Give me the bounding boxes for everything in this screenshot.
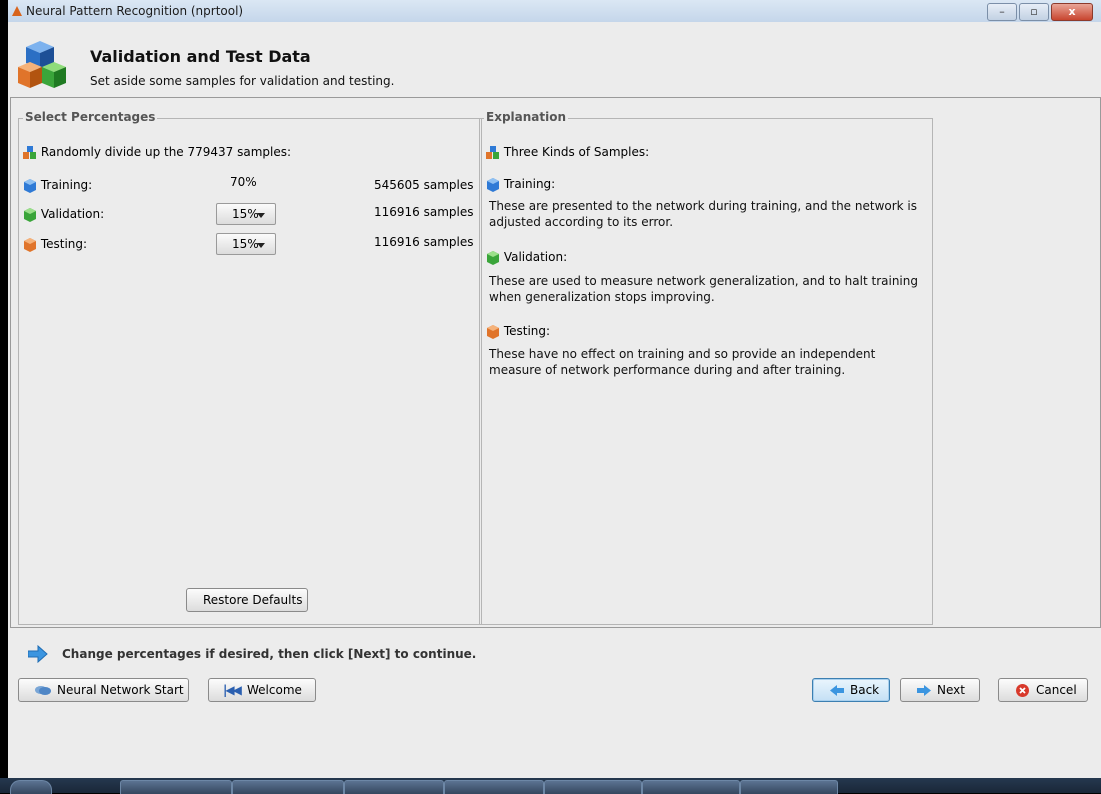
chevron-down-icon (257, 243, 265, 248)
select-percentages-panel: Select Percentages Randomly divide up th… (18, 110, 482, 625)
next-button[interactable]: Next (900, 678, 980, 702)
validation-explanation-text: These are used to measure network genera… (489, 274, 918, 304)
validation-percent-dropdown[interactable]: 15% (216, 203, 276, 225)
cubes-logo-icon (18, 41, 66, 88)
testing-row: Testing: (23, 237, 87, 252)
chevron-down-icon (257, 213, 265, 218)
validation-percent-value: 15% (232, 207, 259, 221)
testing-percent-value: 15% (232, 237, 259, 251)
panel-legend: Select Percentages (23, 110, 158, 124)
start-orb[interactable] (10, 780, 52, 794)
explanation-heading-text: Three Kinds of Samples: (503, 145, 650, 159)
testing-samples: 116916 samples (374, 235, 474, 249)
maximize-button[interactable]: ▫ (1019, 3, 1049, 21)
testing-percent-dropdown[interactable]: 15% (216, 233, 276, 255)
explanation-panel: Explanation Three Kinds of Samples: Trai… (479, 110, 933, 625)
taskbar-item[interactable] (120, 780, 232, 794)
validation-samples: 116916 samples (374, 205, 474, 219)
validation-row: Validation: (23, 207, 104, 222)
minimize-button[interactable]: – (987, 3, 1017, 21)
taskbar-item[interactable] (642, 780, 740, 794)
neural-network-start-button[interactable]: Neural Network Start (18, 678, 189, 702)
taskbar-item[interactable] (344, 780, 444, 794)
validation-cube-icon (24, 207, 36, 222)
training-samples: 545605 samples (374, 178, 474, 192)
samples-intro-text: Randomly divide up the 779437 samples: (40, 145, 292, 159)
training-cube-icon (487, 177, 499, 192)
taskbar-item[interactable] (232, 780, 344, 794)
testing-explanation-title: Testing: (486, 324, 550, 339)
validation-cube-icon (487, 250, 499, 265)
welcome-button[interactable]: |◀◀ Welcome (208, 678, 316, 702)
taskbar-item[interactable] (544, 780, 642, 794)
three-cubes-icon (23, 145, 36, 159)
testing-label: Testing: (40, 237, 88, 251)
taskbar-item[interactable] (740, 780, 838, 794)
three-cubes-icon (486, 145, 499, 159)
testing-cube-icon (487, 324, 499, 339)
testing-explanation-text: These have no effect on training and so … (489, 347, 876, 377)
back-button[interactable]: Back (812, 678, 890, 702)
validation-explanation-title: Validation: (486, 250, 567, 265)
restore-defaults-button[interactable]: Restore Defaults (186, 588, 308, 612)
testing-cube-icon (24, 237, 36, 252)
page-title: Validation and Test Data (90, 47, 311, 66)
validation-label: Validation: (40, 207, 105, 221)
rewind-icon: |◀◀ (223, 683, 242, 697)
os-taskbar (0, 778, 1101, 794)
title-bar: Neural Pattern Recognition (nprtool) – ▫… (8, 0, 1101, 23)
arrow-left-icon (830, 685, 844, 696)
arrow-right-icon (28, 645, 48, 663)
samples-intro: Randomly divide up the 779437 samples: (23, 145, 291, 160)
status-message: Change percentages if desired, then clic… (62, 647, 477, 661)
training-explanation-text: These are presented to the network durin… (489, 199, 918, 229)
page-subtitle: Set aside some samples for validation an… (90, 74, 395, 88)
panel-legend: Explanation (484, 110, 569, 124)
page-header: Validation and Test Data Set aside some … (8, 22, 1101, 96)
training-cube-icon (24, 178, 36, 193)
cancel-icon (1016, 684, 1029, 697)
window-title: Neural Pattern Recognition (nprtool) (26, 4, 244, 18)
nprtool-window: Neural Pattern Recognition (nprtool) – ▫… (8, 0, 1101, 793)
training-row: Training: (23, 178, 92, 193)
matlab-icon (12, 6, 22, 16)
training-percent: 70% (230, 175, 257, 189)
cancel-button[interactable]: Cancel (998, 678, 1088, 702)
taskbar-item[interactable] (444, 780, 544, 794)
explanation-heading: Three Kinds of Samples: (486, 145, 649, 160)
close-button[interactable]: x (1051, 3, 1093, 21)
training-label: Training: (40, 178, 93, 192)
window-controls: – ▫ x (987, 3, 1093, 21)
arrow-right-icon (917, 685, 931, 696)
chat-icon (35, 686, 51, 695)
training-explanation-title: Training: (486, 177, 555, 192)
